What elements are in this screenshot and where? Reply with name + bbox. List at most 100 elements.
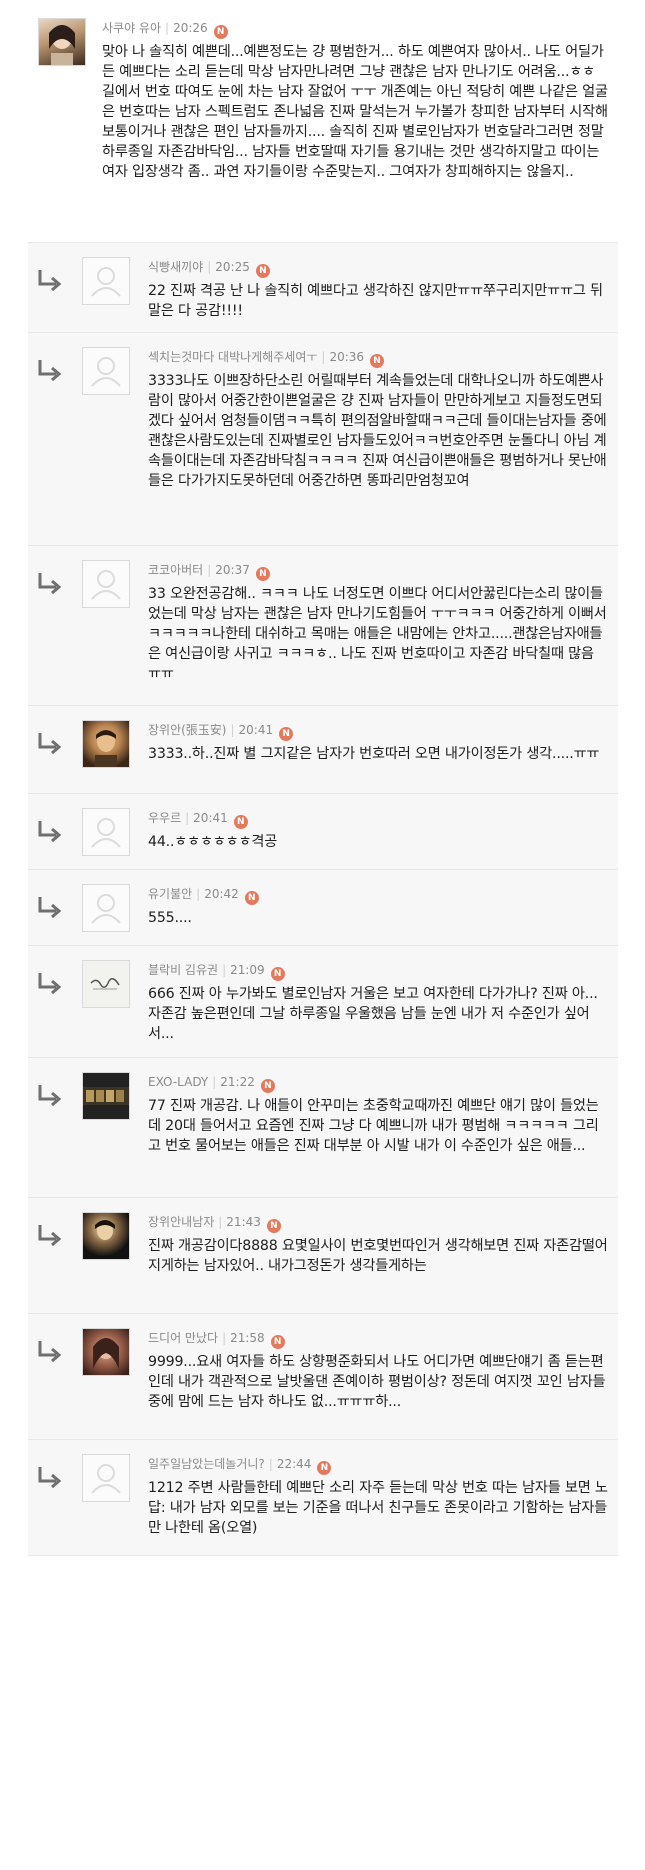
user-avatar[interactable] xyxy=(82,257,130,305)
reply-item: 식빵새끼야 | 20:25 N 22 진짜 격공 난 나 솔직히 예쁘다고 생각하진 … xyxy=(28,243,618,333)
default-user-icon xyxy=(91,357,121,387)
man-photo-icon xyxy=(95,730,117,767)
reply-item: 우우르 | 20:41 N 44..ㅎㅎㅎㅎㅎㅎ격공 xyxy=(28,794,618,870)
reply-item: 블락비 김유권 | 21:09 N 666 진짜 아 누가봐도 별로인남자 거울은 보… xyxy=(28,946,618,1058)
comment-text: 44..ㅎㅎㅎㅎㅎㅎ격공 xyxy=(148,834,278,850)
comment-meta: 식빵새끼야 | 20:25 N xyxy=(148,257,608,278)
comment-author[interactable]: 섹치는것마다 대박나게해주세여ㅜ xyxy=(148,350,317,364)
dark-photo-icon xyxy=(95,1220,115,1240)
new-badge: N xyxy=(213,25,228,39)
comment-author[interactable]: 우우르 xyxy=(148,811,181,825)
default-user-icon xyxy=(91,818,121,848)
reply-arrow-icon xyxy=(38,733,62,754)
reply-item: 유기불안 | 20:42 N 555.... xyxy=(28,870,618,946)
comment-time: 21:43 xyxy=(226,1215,261,1229)
comment-time: 20:26 xyxy=(173,21,208,35)
comment-text: 77 진짜 개공감. 나 애들이 안꾸미는 초중학교때까진 예쁘단 얘기 많이 … xyxy=(148,1098,599,1154)
calligraphy-icon xyxy=(90,978,120,990)
reply-arrow-icon xyxy=(38,1467,62,1488)
comment-author[interactable]: 유기불안 xyxy=(148,887,192,901)
user-avatar[interactable] xyxy=(82,560,130,608)
user-avatar[interactable] xyxy=(82,884,130,932)
comment-author[interactable]: 장위안(張玉安) xyxy=(148,723,226,737)
comment-page: 사쿠야 유아 | 20:26 N 맞아 나 솔직히 예쁜데...예쁜정도는 걍 평범한… xyxy=(0,0,645,1870)
comment-text: 1212 주변 사람들한테 예쁘단 소리 자주 듣는데 막상 번호 따는 남자들… xyxy=(148,1480,608,1536)
comment-time: 20:25 xyxy=(215,260,250,274)
new-badge: N xyxy=(270,967,285,981)
comment-meta: 장위안(張玉安) | 20:41 N xyxy=(148,720,608,741)
girl-photo-icon xyxy=(49,25,75,65)
comment-author[interactable]: 일주일남았는데놀거니? xyxy=(148,1457,265,1471)
comment-author[interactable]: 코코아버터 xyxy=(148,563,203,577)
comment-text: 3333..하..진짜 별 그지같은 남자가 번호따러 오면 내가이정돈가 생각… xyxy=(148,746,600,762)
default-user-icon xyxy=(91,894,121,924)
comment-text: 9999...요새 여자들 하도 상향평준화되서 나도 어디가면 예쁘단얘기 좀… xyxy=(148,1354,606,1410)
new-badge: N xyxy=(255,264,270,278)
user-avatar[interactable] xyxy=(82,720,130,768)
comment-text: 진짜 개공감이다8888 요몇일사이 번호몇번따인거 생각해보면 진짜 자존감떨… xyxy=(148,1238,608,1274)
reply-item: EXO-LADY | 21:22 N 77 진짜 개공감. 나 애들이 안꾸미는 초중… xyxy=(28,1058,618,1198)
comment-time: 22:44 xyxy=(276,1457,312,1471)
user-avatar[interactable] xyxy=(82,960,130,1008)
user-avatar[interactable] xyxy=(82,347,130,395)
new-badge: N xyxy=(260,1079,275,1093)
reply-arrow-icon xyxy=(38,821,62,842)
user-avatar[interactable] xyxy=(38,18,86,66)
reply-arrow-icon xyxy=(38,573,62,594)
reply-arrow-icon xyxy=(38,270,62,291)
reply-arrow-icon xyxy=(38,897,62,918)
reply-arrow-icon xyxy=(38,1341,62,1362)
user-avatar[interactable] xyxy=(82,808,130,856)
new-badge: N xyxy=(317,1461,332,1475)
new-badge: N xyxy=(266,1219,281,1233)
comment-time: 21:58 xyxy=(230,1331,265,1345)
new-badge: N xyxy=(270,1335,285,1349)
comment-item: 사쿠야 유아 | 20:26 N 맞아 나 솔직히 예쁜데...예쁜정도는 걍 평범한… xyxy=(28,8,618,243)
comment-author[interactable]: 드디어 만났다 xyxy=(148,1331,218,1345)
new-badge: N xyxy=(370,354,385,368)
reply-item: 장위안내남자 | 21:43 N 진짜 개공감이다8888 요몇일사이 번호몇번따인거… xyxy=(28,1198,618,1314)
comment-text: 666 진짜 아 누가봐도 별로인남자 거울은 보고 여자한테 다가가나? 진짜… xyxy=(148,986,598,1042)
comment-meta: 일주일남았는데놀거니? | 22:44 N xyxy=(148,1454,608,1475)
comment-meta: 우우르 | 20:41 N xyxy=(148,808,608,829)
user-avatar[interactable] xyxy=(82,1212,130,1260)
comment-meta: 섹치는것마다 대박나게해주세여ㅜ | 20:36 N xyxy=(148,347,608,368)
comment-author[interactable]: EXO-LADY xyxy=(148,1075,208,1089)
comment-author[interactable]: 식빵새끼야 xyxy=(148,260,203,274)
comment-author[interactable]: 블락비 김유권 xyxy=(148,963,218,977)
woman-photo-icon xyxy=(93,1338,119,1369)
reply-item: 드디어 만났다 | 21:58 N 9999...요새 여자들 하도 상향평준화되서 … xyxy=(28,1314,618,1440)
reply-item: 일주일남았는데놀거니? | 22:44 N 1212 주변 사람들한테 예쁘단 소리 … xyxy=(28,1440,618,1556)
comment-time: 20:37 xyxy=(215,563,250,577)
comment-meta: 유기불안 | 20:42 N xyxy=(148,884,608,905)
new-badge: N xyxy=(244,891,259,905)
comment-text: 33 오완전공감해.. ㅋㅋㅋ 나도 너정도면 이쁘다 어디서안꿇린다는소리 많… xyxy=(148,586,607,682)
comment-meta: 블락비 김유권 | 21:09 N xyxy=(148,960,608,981)
comment-time: 21:22 xyxy=(220,1075,255,1089)
comment-meta: 드디어 만났다 | 21:58 N xyxy=(148,1328,608,1349)
comment-text: 맞아 나 솔직히 예쁜데...예쁜정도는 걍 평범한거... 하도 예쁜여자 많… xyxy=(102,44,608,180)
comment-meta: 사쿠야 유아 | 20:26 N xyxy=(102,18,608,39)
comment-author[interactable]: 장위안내남자 xyxy=(148,1215,214,1229)
reply-arrow-icon xyxy=(38,1085,62,1106)
comment-time: 20:36 xyxy=(329,350,365,364)
reply-item: 섹치는것마다 대박나게해주세여ㅜ | 20:36 N 3333나도 이쁘장하단소린 어… xyxy=(28,333,618,546)
user-avatar[interactable] xyxy=(82,1454,130,1502)
comment-time: 21:09 xyxy=(230,963,265,977)
comment-time: 20:41 xyxy=(193,811,228,825)
user-avatar[interactable] xyxy=(82,1072,130,1120)
default-user-icon xyxy=(91,267,121,297)
comment-time: 20:42 xyxy=(204,887,239,901)
comment-time: 20:41 xyxy=(238,723,274,737)
reply-arrow-icon xyxy=(38,973,62,994)
new-badge: N xyxy=(279,727,294,741)
reply-item: 장위안(張玉安) | 20:41 N 3333..하..진짜 별 그지같은 남자가 번… xyxy=(28,706,618,794)
comment-meta: 코코아버터 | 20:37 N xyxy=(148,560,608,581)
exo-banner-icon xyxy=(83,1087,129,1105)
comment-meta: 장위안내남자 | 21:43 N xyxy=(148,1212,608,1233)
user-avatar[interactable] xyxy=(82,1328,130,1376)
comment-author[interactable]: 사쿠야 유아 xyxy=(102,21,161,35)
comment-text: 555.... xyxy=(148,910,192,926)
new-badge: N xyxy=(255,567,270,581)
default-user-icon xyxy=(91,1464,121,1494)
